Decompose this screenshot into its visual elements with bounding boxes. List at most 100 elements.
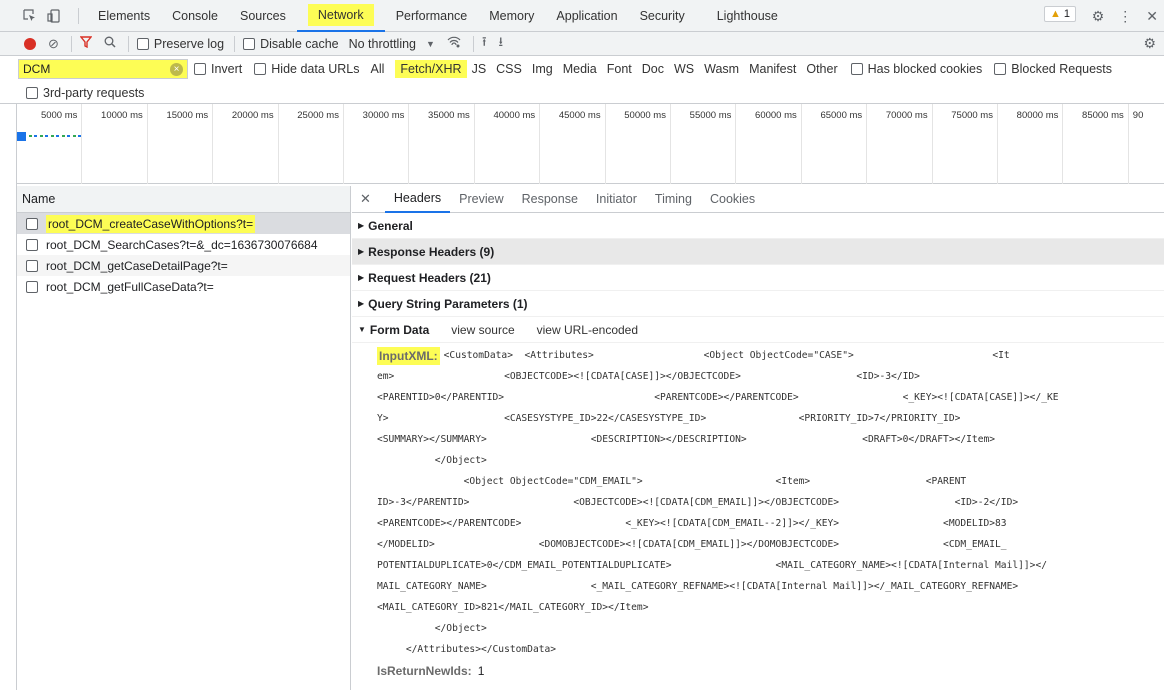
- tab-elements[interactable]: Elements: [87, 0, 161, 32]
- request-row[interactable]: root_DCM_createCaseWithOptions?t=: [17, 213, 350, 234]
- is-return-new-ids-value: 1: [477, 664, 485, 678]
- filter-icon[interactable]: [79, 36, 93, 51]
- timeline-overview[interactable]: 5000 ms 10000 ms 15000 ms 20000 ms 25000 ms 3…: [17, 104, 1164, 184]
- tab-timing[interactable]: Timing: [646, 186, 701, 213]
- tab-cookies[interactable]: Cookies: [701, 186, 764, 213]
- blocked-requests-toggle[interactable]: Blocked Requests: [994, 62, 1112, 76]
- tab-label: Performance: [395, 8, 468, 23]
- filter-type-fetch-xhr[interactable]: Fetch/XHR: [395, 60, 467, 78]
- invert-checkbox[interactable]: [194, 63, 206, 75]
- close-devtools-icon[interactable]: ✕: [1146, 8, 1158, 25]
- input-xml-key: InputXML:: [377, 346, 440, 365]
- record-button[interactable]: [24, 37, 36, 50]
- form-data-body: InputXML: <CustomData> <Attributes> <Obje…: [352, 343, 1164, 682]
- third-party-checkbox[interactable]: [26, 86, 38, 99]
- window-controls: ⚙ ⋮ ✕: [1092, 0, 1158, 32]
- device-toolbar-icon[interactable]: [46, 8, 62, 24]
- timeline-tick: 10000 ms: [82, 104, 148, 184]
- filter-type-media[interactable]: Media: [558, 60, 602, 78]
- blocked-requests-checkbox[interactable]: [994, 63, 1007, 75]
- disable-cache-checkbox[interactable]: [243, 37, 256, 50]
- section-title: Form Data: [369, 322, 430, 337]
- xml-line: </Object>: [377, 618, 1164, 639]
- close-details-icon[interactable]: ✕: [360, 191, 371, 207]
- xml-text: <SUMMARY></SUMMARY> <DESCRIPTION></DESCR…: [377, 434, 996, 445]
- tab-preview[interactable]: Preview: [450, 186, 512, 213]
- clear-filter-icon[interactable]: ×: [170, 62, 183, 76]
- filter-type-ws[interactable]: WS: [669, 60, 699, 78]
- section-response-headers[interactable]: ▶ Response Headers (9): [352, 239, 1164, 265]
- tab-performance[interactable]: Performance: [385, 0, 479, 32]
- timeline-tick: 5000 ms: [17, 104, 83, 184]
- filter-type-all[interactable]: All: [366, 60, 390, 78]
- tab-console[interactable]: Console: [161, 0, 229, 32]
- filter-type-other[interactable]: Other: [801, 60, 842, 78]
- tab-sources[interactable]: Sources: [229, 0, 297, 32]
- tab-memory[interactable]: Memory: [478, 0, 545, 32]
- throttling-select[interactable]: No throttling: [349, 37, 416, 51]
- filter-input[interactable]: DCM ×: [18, 59, 188, 79]
- section-form-data[interactable]: ▼ Form Data view source view URL-encoded: [352, 317, 1164, 343]
- filter-type-js[interactable]: JS: [467, 60, 492, 78]
- section-general[interactable]: ▶ General: [352, 213, 1164, 239]
- filter-type-doc[interactable]: Doc: [637, 60, 669, 78]
- tab-application[interactable]: Application: [545, 0, 628, 32]
- third-party-label: 3rd-party requests: [43, 85, 145, 100]
- view-url-encoded-link[interactable]: view URL-encoded: [537, 323, 638, 337]
- tab-initiator[interactable]: Initiator: [587, 186, 646, 213]
- expand-triangle-icon: ▶: [358, 299, 365, 308]
- filter-type-font[interactable]: Font: [602, 60, 637, 78]
- name-column-header[interactable]: Name: [17, 186, 350, 213]
- section-title: Response Headers (9): [368, 244, 495, 259]
- tab-network[interactable]: Network: [296, 0, 385, 32]
- filter-type-img[interactable]: Img: [527, 60, 558, 78]
- filter-type-manifest[interactable]: Manifest: [744, 60, 801, 78]
- import-har-icon[interactable]: ⭱: [482, 33, 487, 55]
- hide-data-urls-label: Hide data URLs: [271, 62, 360, 76]
- is-return-new-ids-key: IsReturnNewIds:: [377, 664, 472, 678]
- timeline-tick: 30000 ms: [344, 104, 410, 184]
- request-row[interactable]: root_DCM_getFullCaseData?t=: [17, 276, 350, 297]
- filter-bar: DCM × Invert Hide data URLs All Fetch/XH…: [0, 57, 1164, 81]
- preserve-log-label: Preserve log: [153, 36, 225, 51]
- view-source-link[interactable]: view source: [451, 323, 514, 337]
- request-checkbox[interactable]: [26, 259, 38, 272]
- request-row[interactable]: root_DCM_getCaseDetailPage?t=: [17, 255, 350, 276]
- tab-lighthouse[interactable]: Lighthouse: [706, 0, 789, 32]
- request-row[interactable]: root_DCM_SearchCases?t=&_dc=163673007668…: [17, 234, 350, 255]
- settings-gear-icon[interactable]: ⚙: [1092, 8, 1105, 25]
- more-options-icon[interactable]: ⋮: [1118, 8, 1132, 25]
- invert-toggle[interactable]: Invert: [194, 62, 242, 76]
- tab-headers[interactable]: Headers: [384, 186, 451, 213]
- tab-response[interactable]: Response: [513, 186, 587, 213]
- section-request-headers[interactable]: ▶ Request Headers (21): [352, 265, 1164, 291]
- tab-security[interactable]: Security: [629, 0, 696, 32]
- form-field-row: IsReturnNewIds: 1: [377, 660, 1164, 682]
- filter-input-value: DCM: [23, 62, 51, 76]
- hide-data-urls-checkbox[interactable]: [254, 63, 267, 75]
- hide-data-urls-toggle[interactable]: Hide data URLs: [254, 62, 360, 76]
- clear-icon[interactable]: ⊘: [48, 36, 59, 52]
- request-checkbox[interactable]: [26, 280, 38, 293]
- search-icon[interactable]: [104, 36, 116, 51]
- disable-cache-label: Disable cache: [260, 36, 339, 51]
- has-blocked-cookies-toggle[interactable]: Has blocked cookies: [850, 62, 982, 76]
- export-har-icon[interactable]: ⭳: [499, 33, 504, 55]
- xml-text: </Attributes></CustomData>: [377, 644, 557, 655]
- preserve-log-checkbox[interactable]: [136, 37, 149, 50]
- expand-triangle-icon: ▶: [358, 273, 365, 282]
- warning-badge[interactable]: ▲ 1: [1043, 6, 1076, 22]
- divider: [234, 35, 236, 52]
- has-blocked-cookies-checkbox[interactable]: [850, 63, 863, 75]
- request-name: root_DCM_getCaseDetailPage?t=: [46, 258, 228, 273]
- filter-type-css[interactable]: CSS: [491, 60, 527, 78]
- network-settings-gear-icon[interactable]: ⚙: [1143, 35, 1156, 52]
- network-conditions-icon[interactable]: [447, 36, 461, 51]
- dropdown-arrow-icon[interactable]: ▼: [426, 39, 435, 49]
- xml-line: <SUMMARY></SUMMARY> <DESCRIPTION></DESCR…: [377, 429, 1164, 450]
- filter-type-wasm[interactable]: Wasm: [699, 60, 744, 78]
- inspect-element-icon[interactable]: [22, 8, 38, 24]
- request-checkbox[interactable]: [26, 238, 38, 251]
- section-query-params[interactable]: ▶ Query String Parameters (1): [352, 291, 1164, 317]
- request-checkbox[interactable]: [26, 217, 38, 230]
